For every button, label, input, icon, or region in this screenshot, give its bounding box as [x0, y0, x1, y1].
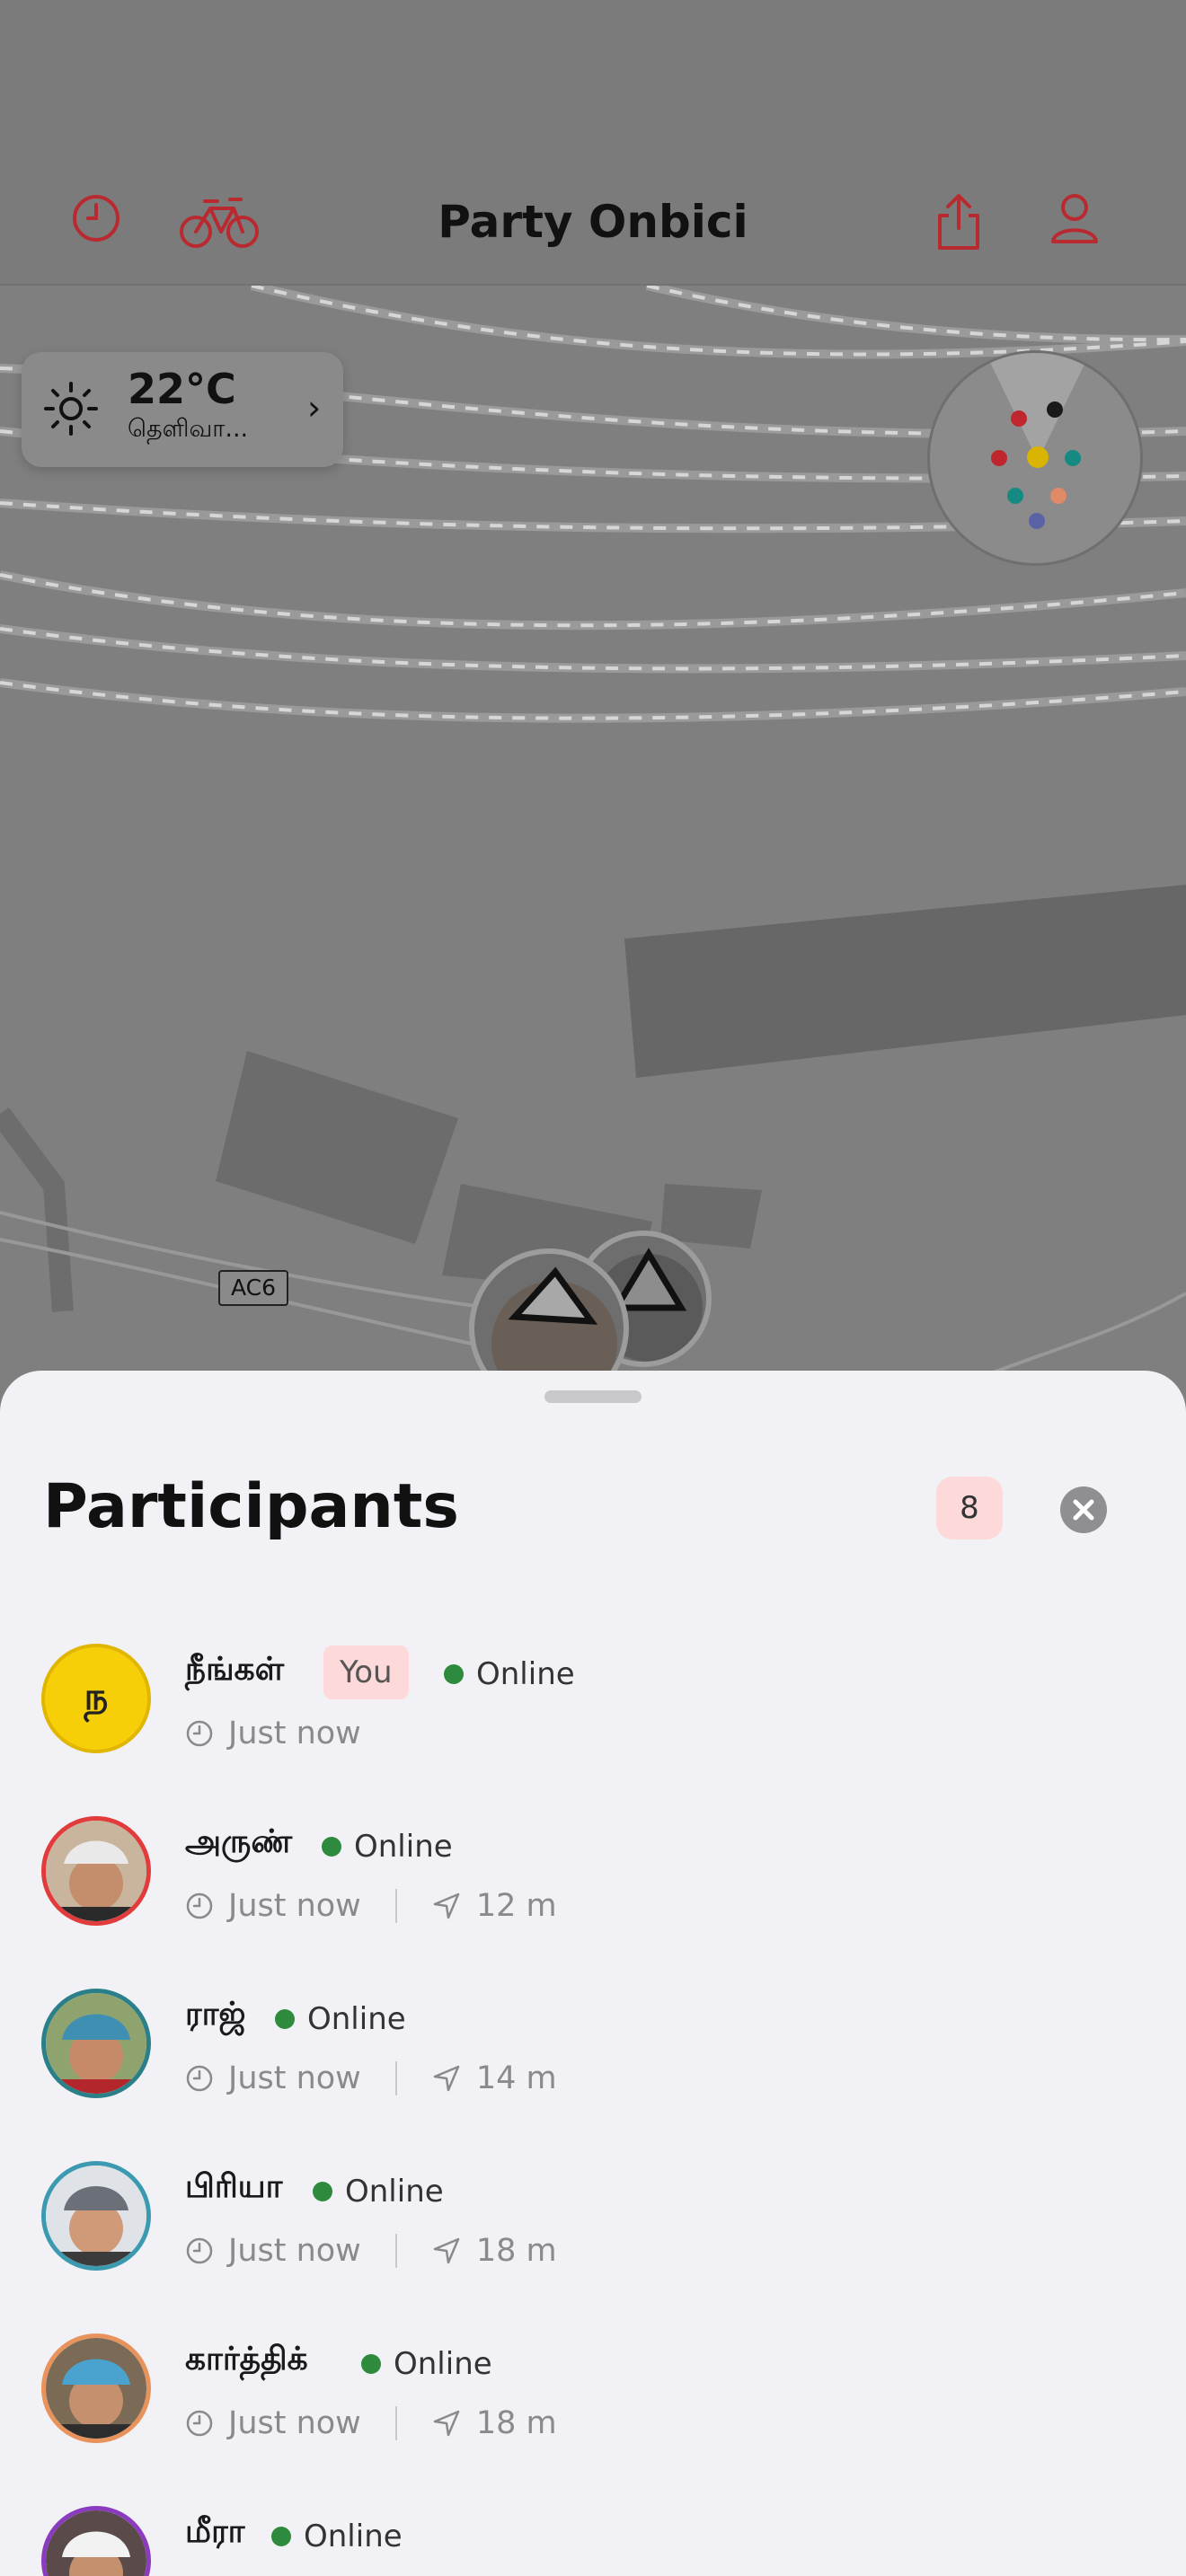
participant-meta: Just now 12 m	[185, 1888, 557, 1924]
location-arrow-icon	[433, 1892, 460, 1919]
radar-dot	[1029, 513, 1045, 529]
meta-divider	[394, 2406, 397, 2440]
you-badge: You	[323, 1645, 409, 1699]
participant-name: கார்த்திக்	[185, 2341, 308, 2378]
participant-row[interactable]: பிரியா Online Just now 18 m	[0, 2161, 1186, 2333]
avatar: ந	[41, 1644, 151, 1753]
online-dot	[313, 2182, 332, 2201]
participant-meta: Just now 14 m	[185, 2060, 557, 2096]
last-updated: Just now	[228, 2405, 361, 2441]
participant-row[interactable]: ந நீங்கள் You Online Just now	[0, 1644, 1186, 1816]
sun-icon	[44, 382, 98, 436]
weather-temperature: 22°C	[128, 365, 236, 413]
meta-divider	[394, 2061, 397, 2095]
participant-name: பிரியா	[185, 2168, 283, 2205]
radar-dot	[991, 450, 1007, 466]
status-label: Online	[394, 2346, 492, 2382]
online-dot	[361, 2354, 381, 2374]
online-dot	[444, 1664, 464, 1684]
participant-meta: Just now	[185, 1716, 361, 1751]
meta-divider	[394, 2234, 397, 2268]
participant-name: அருண்	[185, 1823, 293, 1860]
top-bar: Party Onbici	[0, 0, 1186, 286]
online-dot	[322, 1837, 341, 1857]
radar-dot	[1011, 410, 1027, 427]
last-updated: Just now	[228, 1888, 361, 1924]
participant-radar[interactable]	[927, 350, 1143, 566]
meta-divider	[394, 1889, 397, 1923]
participant-count-badge: 8	[936, 1477, 1003, 1539]
avatar	[41, 2161, 151, 2271]
clock-icon	[186, 2065, 213, 2092]
avatar	[41, 2333, 151, 2443]
avatar	[41, 1816, 151, 1926]
location-arrow-icon	[433, 2410, 460, 2437]
clock-icon	[186, 1892, 213, 1919]
online-dot	[271, 2527, 291, 2546]
participant-row[interactable]: கார்த்திக் Online Just now 18 m	[0, 2333, 1186, 2506]
status-label: Online	[476, 1656, 575, 1692]
close-icon	[1060, 1486, 1107, 1533]
app-screen: AC6 Party Onbici 22°C தெளிவா... › Partic…	[0, 0, 1186, 2576]
road-label: AC6	[218, 1270, 288, 1306]
last-updated: Just now	[228, 2233, 361, 2269]
status-online: Online	[322, 1829, 453, 1865]
radar-dot	[1047, 401, 1063, 418]
participant-row[interactable]: மீரா Online	[0, 2506, 1186, 2576]
status-label: Online	[304, 2519, 403, 2554]
status-online: Online	[275, 2001, 406, 2037]
distance: 18 m	[475, 2233, 557, 2269]
clock-icon	[186, 2237, 213, 2264]
participant-row[interactable]: ராஜ் Online Just now 14 m	[0, 1989, 1186, 2161]
person-icon[interactable]	[1049, 192, 1114, 257]
participant-meta: Just now 18 m	[185, 2233, 557, 2269]
participant-name: நீங்கள்	[185, 1651, 285, 1688]
location-arrow-icon	[433, 2065, 460, 2092]
status-label: Online	[307, 2001, 406, 2037]
distance: 14 m	[475, 2060, 557, 2096]
participant-name: ராஜ்	[185, 1996, 246, 2033]
last-updated: Just now	[228, 1716, 361, 1751]
app-title: Party Onbici	[438, 196, 748, 248]
distance: 18 m	[475, 2405, 557, 2441]
avatar	[41, 2506, 151, 2576]
share-icon[interactable]	[933, 192, 997, 257]
radar-dot	[1050, 488, 1067, 504]
map-view[interactable]: AC6 Party Onbici 22°C தெளிவா... ›	[0, 0, 1186, 1408]
clock-icon	[186, 1720, 213, 1747]
online-dot	[275, 2009, 295, 2029]
avatar	[41, 1989, 151, 2098]
status-label: Online	[354, 1829, 453, 1865]
participant-meta: Just now 18 m	[185, 2405, 557, 2441]
participants-sheet: Participants 8 ந நீங்கள் You Online Just…	[0, 1371, 1186, 2576]
participant-row[interactable]: அருண் Online Just now 12 m	[0, 1816, 1186, 1989]
radar-dot	[1007, 488, 1023, 504]
location-arrow-icon	[433, 2237, 460, 2264]
weather-widget[interactable]: 22°C தெளிவா... ›	[22, 352, 343, 467]
status-label: Online	[345, 2174, 444, 2210]
last-updated: Just now	[228, 2060, 361, 2096]
chevron-right-icon: ›	[307, 388, 322, 428]
participant-name: மீரா	[185, 2513, 245, 2550]
status-online: Online	[444, 1656, 575, 1692]
sheet-grabber[interactable]	[544, 1390, 642, 1403]
clock-icon	[186, 2410, 213, 2437]
distance: 12 m	[475, 1888, 557, 1924]
status-online: Online	[271, 2519, 403, 2554]
weather-condition: தெளிவா...	[128, 415, 249, 443]
status-online: Online	[313, 2174, 444, 2210]
radar-dot	[1027, 446, 1049, 468]
radar-dot	[1065, 450, 1081, 466]
close-button[interactable]	[1059, 1486, 1108, 1538]
status-online: Online	[361, 2346, 492, 2382]
sheet-title: Participants	[43, 1471, 459, 1542]
